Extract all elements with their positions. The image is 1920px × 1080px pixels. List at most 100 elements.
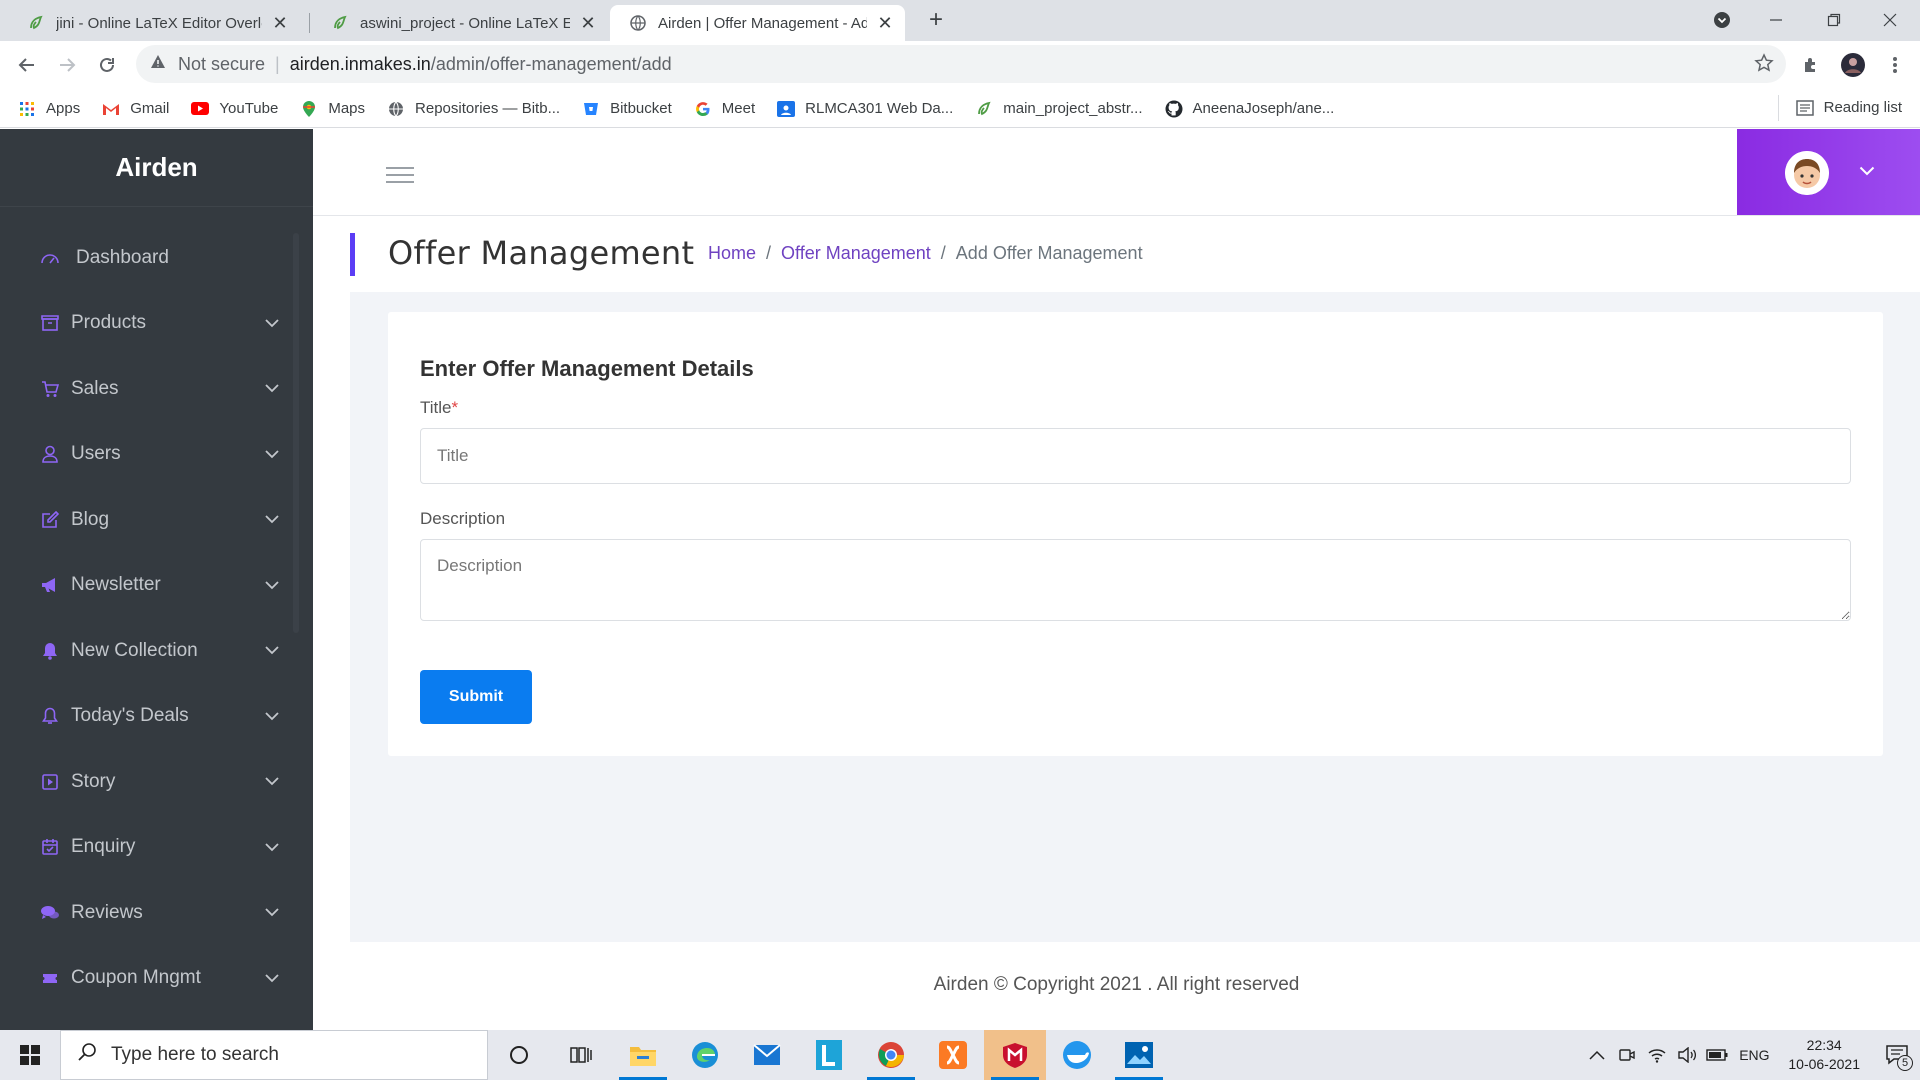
close-icon[interactable]: ✕: [270, 13, 290, 33]
chevron-down-icon[interactable]: [1859, 163, 1875, 181]
task-view-icon[interactable]: [550, 1030, 612, 1080]
overleaf-icon: [332, 15, 348, 31]
bookmark-youtube[interactable]: YouTube: [191, 100, 278, 118]
page-header: Offer Management Home / Offer Management…: [313, 216, 1920, 292]
mcafee-icon[interactable]: [984, 1030, 1046, 1080]
battery-icon[interactable]: [1704, 1030, 1730, 1080]
l-app-icon[interactable]: [798, 1030, 860, 1080]
restore-icon[interactable]: [1814, 6, 1854, 34]
warning-icon[interactable]: [150, 54, 166, 75]
brand-logo[interactable]: Airden: [0, 129, 313, 207]
sidebar-item-dashboard[interactable]: Dashboard: [0, 225, 313, 291]
sidebar-item-label: Enquiry: [71, 836, 136, 858]
breadcrumb: Home / Offer Management / Add Offer Mana…: [708, 243, 1143, 264]
browser-tab-1[interactable]: jini - Online LaTeX Editor Overleaf ✕: [8, 5, 300, 41]
bookmark-repositories[interactable]: Repositories — Bitb...: [387, 100, 560, 118]
sidebar-item-products[interactable]: Products: [0, 291, 313, 357]
back-arrow-icon[interactable]: [12, 50, 42, 80]
address-bar[interactable]: Not secure | airden.inmakes.in/admin/off…: [136, 45, 1786, 83]
bookmark-label: main_project_abstr...: [1003, 100, 1143, 117]
minimize-icon[interactable]: [1756, 6, 1796, 34]
form-card: Enter Offer Management Details Title* De…: [388, 312, 1883, 756]
chevron-down-icon: [263, 642, 281, 660]
sidebar-item-newsletter[interactable]: Newsletter: [0, 553, 313, 619]
close-icon[interactable]: ✕: [578, 13, 598, 33]
volume-icon[interactable]: [1674, 1030, 1700, 1080]
sidebar-item-enquiry[interactable]: Enquiry: [0, 815, 313, 881]
bookmark-gmail[interactable]: Gmail: [102, 100, 169, 118]
chevron-up-icon[interactable]: [1584, 1030, 1610, 1080]
browser-tab-active[interactable]: Airden | Offer Management - Add ✕: [610, 5, 905, 41]
avatar[interactable]: [1785, 151, 1829, 195]
description-textarea[interactable]: [420, 539, 1851, 621]
more-menu-icon[interactable]: [1880, 50, 1910, 80]
title-input[interactable]: [420, 428, 1851, 484]
user-menu[interactable]: [1737, 129, 1920, 215]
sidebar-item-label: Newsletter: [71, 574, 161, 596]
sidebar-item-coupon[interactable]: Coupon Mngmt: [0, 946, 313, 1012]
bitbucket-icon: [582, 100, 600, 118]
sidebar-item-reviews[interactable]: Reviews: [0, 880, 313, 946]
sidebar-item-blog[interactable]: Blog: [0, 487, 313, 553]
copyright-text: Airden © Copyright 2021 . All right rese…: [933, 974, 1300, 995]
profile-avatar-icon[interactable]: [1838, 50, 1868, 80]
bell-icon: [40, 706, 60, 726]
bookmark-label: RLMCA301 Web Da...: [805, 100, 954, 117]
docker-icon[interactable]: [1046, 1030, 1108, 1080]
meet-now-icon[interactable]: [1614, 1030, 1640, 1080]
forward-arrow-icon[interactable]: [52, 50, 82, 80]
reload-icon[interactable]: [92, 50, 122, 80]
search-icon: [77, 1042, 97, 1068]
bookmark-github[interactable]: AneenaJoseph/ane...: [1165, 100, 1335, 118]
breadcrumb-separator: /: [940, 243, 946, 263]
bookmark-main-project[interactable]: main_project_abstr...: [975, 100, 1143, 118]
mail-icon[interactable]: [736, 1030, 798, 1080]
reading-list-button[interactable]: Reading list: [1777, 95, 1902, 121]
globe-icon: [387, 100, 405, 118]
sidebar-item-todays-deals[interactable]: Today's Deals: [0, 684, 313, 750]
cortana-icon[interactable]: [488, 1030, 550, 1080]
notification-center-icon[interactable]: 5: [1874, 1030, 1920, 1080]
sidebar-item-story[interactable]: Story: [0, 749, 313, 815]
close-window-icon[interactable]: [1870, 6, 1910, 34]
page-title: Offer Management: [388, 234, 695, 272]
tab-title: jini - Online LaTeX Editor Overleaf: [56, 14, 262, 32]
bookmark-maps[interactable]: Maps: [300, 100, 365, 118]
breadcrumb-section[interactable]: Offer Management: [781, 243, 931, 264]
breadcrumb-home[interactable]: Home: [708, 243, 756, 264]
bookmark-bitbucket[interactable]: Bitbucket: [582, 100, 672, 118]
sidebar-item-label: Users: [71, 443, 121, 465]
photos-icon[interactable]: [1108, 1030, 1170, 1080]
file-explorer-icon[interactable]: [612, 1030, 674, 1080]
comments-icon: [40, 903, 60, 923]
bookmark-star-icon[interactable]: [1754, 53, 1774, 78]
bookmark-label: AneenaJoseph/ane...: [1192, 100, 1335, 117]
bookmark-apps[interactable]: Apps: [18, 100, 80, 118]
sidebar-scrollbar[interactable]: [293, 233, 299, 633]
close-icon[interactable]: ✕: [875, 13, 895, 33]
sidebar-item-users[interactable]: Users: [0, 422, 313, 488]
bookmark-rlmca[interactable]: RLMCA301 Web Da...: [777, 100, 953, 118]
browser-tab-2[interactable]: aswini_project - Online LaTeX Editor ✕: [312, 5, 608, 41]
wifi-icon[interactable]: [1644, 1030, 1670, 1080]
edge-icon[interactable]: [674, 1030, 736, 1080]
extensions-icon[interactable]: [1796, 50, 1826, 80]
new-tab-button[interactable]: +: [922, 7, 950, 35]
sidebar-item-sales[interactable]: Sales: [0, 356, 313, 422]
taskbar-search-input[interactable]: Type here to search: [60, 1030, 488, 1080]
language-indicator[interactable]: ENG: [1734, 1030, 1774, 1080]
form-heading: Enter Offer Management Details: [420, 356, 754, 381]
github-icon: [1165, 100, 1183, 118]
windows-start-icon[interactable]: [0, 1030, 60, 1080]
menu-toggle-icon[interactable]: [386, 167, 414, 187]
chrome-icon[interactable]: [860, 1030, 922, 1080]
windows-taskbar: Type here to search ENG 22:34 10-06-2021…: [0, 1030, 1920, 1080]
submit-button[interactable]: Submit: [420, 670, 532, 724]
admin-sidebar: Airden Dashboard Products Sales Users Bl…: [0, 129, 313, 1030]
xampp-icon[interactable]: [922, 1030, 984, 1080]
system-clock[interactable]: 22:34 10-06-2021: [1788, 1036, 1860, 1074]
cart-icon: [40, 379, 60, 399]
bookmark-meet[interactable]: Meet: [694, 100, 755, 118]
tab-search-icon[interactable]: [1702, 6, 1742, 34]
sidebar-item-new-collection[interactable]: New Collection: [0, 618, 313, 684]
